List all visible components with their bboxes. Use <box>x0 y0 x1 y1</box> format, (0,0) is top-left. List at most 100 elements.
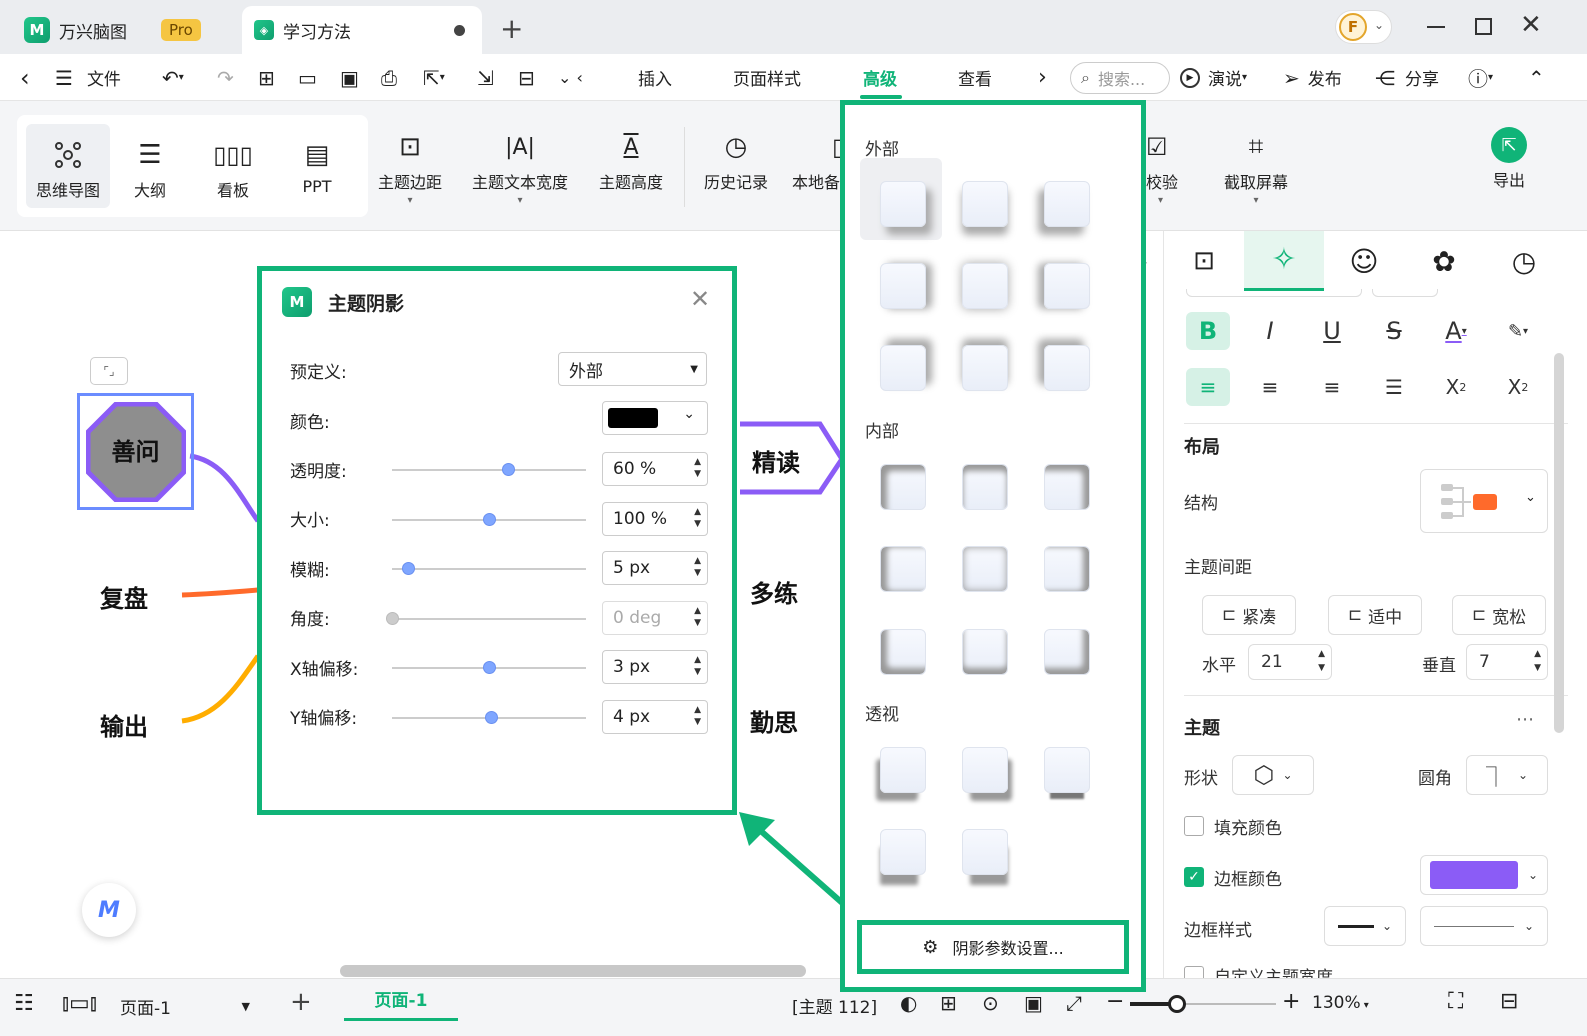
spin-arrows-icon[interactable]: ▲ ▼ <box>1318 647 1325 675</box>
center-node-selection[interactable]: 善问 <box>77 393 194 510</box>
share-button[interactable]: ⋲ 分享 <box>1375 54 1439 101</box>
collapse-node-icon[interactable]: ⌜⌟ <box>90 357 128 385</box>
bold-button[interactable]: B <box>1186 312 1230 350</box>
export-button[interactable]: ⇱ 导出 <box>1478 123 1540 191</box>
shadow-preset-outer-9[interactable] <box>1044 345 1090 391</box>
tab-view[interactable]: 查看 <box>958 54 992 101</box>
zoom-slider-knob[interactable] <box>1168 995 1186 1013</box>
account-button[interactable]: F ⌄ <box>1335 10 1392 44</box>
shadow-preset-inner-3[interactable] <box>1044 464 1090 510</box>
panel-tab-history[interactable]: ◷ <box>1484 231 1564 291</box>
book-view-icon[interactable]: ⊞ <box>940 991 957 1015</box>
y-offset-spin-input[interactable]: 4 px ▲ ▼ <box>602 699 708 734</box>
italic-button[interactable]: I <box>1248 312 1292 350</box>
blur-spin-input[interactable]: 5 px ▲ ▼ <box>602 551 708 585</box>
shadow-preset-inner-8[interactable] <box>962 629 1008 675</box>
zoom-in-icon[interactable]: + <box>1282 989 1300 1014</box>
horizontal-spin-input[interactable]: 21 ▲ ▼ <box>1248 644 1332 680</box>
subscript-button[interactable]: X2 <box>1496 368 1540 406</box>
structure-select[interactable]: ⌄ <box>1420 469 1548 533</box>
spacing-loose-button[interactable]: ⊏ 宽松 <box>1452 595 1546 635</box>
view-ppt-button[interactable]: ▤ PPT <box>279 133 355 196</box>
preset-select[interactable]: 外部 ▼ <box>558 352 707 386</box>
page-tab[interactable]: 页面-1 <box>344 979 458 1021</box>
border-dash-select[interactable]: ⌄ <box>1420 906 1548 946</box>
view-kanban-button[interactable]: ▯▯▯ 看板 <box>195 133 271 201</box>
horizontal-scrollbar[interactable] <box>340 965 806 977</box>
more-options-icon[interactable]: ⋯ <box>1516 709 1534 730</box>
maximize-icon[interactable] <box>1475 18 1492 35</box>
view-mindmap-button[interactable]: 思维导图 <box>26 133 110 201</box>
shadow-preset-outer-7[interactable] <box>880 345 926 391</box>
shadow-preset-inner-7[interactable] <box>880 629 926 675</box>
minimize-icon[interactable] <box>1427 26 1445 28</box>
node-practice[interactable]: 多练 <box>750 574 798 609</box>
save-icon[interactable]: ▣ <box>340 54 359 101</box>
shadow-preset-outer-6[interactable] <box>1044 263 1090 309</box>
vertical-spin-input[interactable]: 7 ▲ ▼ <box>1466 644 1548 680</box>
theme-toggle-icon[interactable]: ◐ <box>900 991 917 1015</box>
zoom-slider[interactable] <box>1130 995 1276 1013</box>
print-icon[interactable]: ⎙ <box>381 54 397 101</box>
outline-toggle-icon[interactable]: ☷ <box>14 991 34 1016</box>
spacing-compact-button[interactable]: ⊏ 紧凑 <box>1202 595 1296 635</box>
app-tab[interactable]: M 万兴脑图 Pro <box>24 6 201 54</box>
play-slideshow-icon[interactable]: ⊙ <box>982 991 999 1015</box>
import-icon[interactable]: ⇲ <box>477 54 494 101</box>
opacity-spin-input[interactable]: 60 % ▲ ▼ <box>602 452 708 486</box>
history-button[interactable]: ◷ 历史记录 <box>698 125 774 193</box>
topic-margin-button[interactable]: ⊡ 主题边距 ▾ <box>372 125 448 206</box>
shadow-settings-button[interactable]: ⚙ 阴影参数设置... <box>857 920 1129 974</box>
tab-advanced[interactable]: 高级 <box>863 54 897 101</box>
help-icon[interactable]: ⓘ ▾ <box>1468 54 1493 101</box>
collapse-ribbon-icon[interactable]: ⌃ <box>1528 54 1545 101</box>
new-tab-plus-icon[interactable]: + <box>500 12 523 45</box>
border-color-checkbox[interactable]: ✓ <box>1184 867 1204 887</box>
blur-slider[interactable] <box>392 562 586 575</box>
search-box[interactable]: ⌕ 搜索... <box>1070 62 1170 94</box>
highlight-button[interactable]: ✎ ▾ <box>1496 312 1540 350</box>
font-select-edge[interactable] <box>1186 289 1362 297</box>
new-file-icon[interactable]: ⊞ <box>258 54 275 101</box>
shadow-preset-inner-4[interactable] <box>880 546 926 592</box>
undo-icon[interactable]: ↶ ▾ <box>162 54 184 101</box>
ai-assistant-icon[interactable]: M <box>82 883 136 937</box>
chevron-right-icon[interactable]: › <box>1038 54 1047 101</box>
spin-arrows-icon[interactable]: ▲ ▼ <box>694 704 701 728</box>
blur-slider-knob[interactable] <box>401 562 415 575</box>
panel-scrollbar[interactable] <box>1554 353 1564 733</box>
local-backup-button[interactable]: ▯ 本地备 <box>792 125 842 193</box>
shadow-preset-persp-4[interactable] <box>880 829 926 875</box>
font-color-button[interactable]: A ▾ <box>1434 312 1478 350</box>
node-reflect[interactable]: 勤思 <box>750 703 798 738</box>
align-left-button[interactable]: ≡ <box>1186 368 1230 406</box>
x-offset-slider[interactable] <box>392 661 586 674</box>
font-size-select-edge[interactable] <box>1372 289 1438 297</box>
dialog-close-icon[interactable]: ✕ <box>690 285 710 313</box>
unsaved-dot-icon[interactable] <box>454 25 465 36</box>
verify-button[interactable]: ☑ 校验 ▾ <box>1146 125 1186 206</box>
open-folder-icon[interactable]: ▭ <box>298 54 317 101</box>
fill-color-checkbox[interactable] <box>1184 816 1204 836</box>
color-select[interactable]: ⌄ <box>602 401 708 435</box>
back-icon[interactable]: ‹ <box>20 54 30 101</box>
align-center-button[interactable]: ≡ <box>1248 368 1292 406</box>
y-offset-slider-knob[interactable] <box>484 710 498 724</box>
panel-tab-style[interactable]: ⊡ <box>1164 231 1244 291</box>
align-right-button[interactable]: ≡ <box>1310 368 1354 406</box>
toggle-panel-icon[interactable]: ⊟ <box>1500 989 1518 1014</box>
x-offset-spin-input[interactable]: 3 px ▲ ▼ <box>602 650 708 684</box>
search-input[interactable]: 搜索... <box>1098 66 1145 90</box>
redo-icon[interactable]: ↷ <box>217 54 234 101</box>
publish-button[interactable]: ➢ 发布 <box>1283 54 1342 101</box>
superscript-button[interactable]: X2 <box>1434 368 1478 406</box>
topic-height-button[interactable]: A 主题高度 <box>592 125 670 193</box>
view-outline-button[interactable]: ☰ 大纲 <box>112 133 188 201</box>
file-menu[interactable]: ☰ 文件 <box>55 54 121 101</box>
opacity-slider-knob[interactable] <box>502 463 516 476</box>
node-review[interactable]: 复盘 <box>100 579 148 614</box>
present-button[interactable]: ▶ 演说 ▾ <box>1180 54 1247 101</box>
shadow-preset-inner-2[interactable] <box>962 464 1008 510</box>
shadow-preset-outer-3[interactable] <box>1044 181 1090 227</box>
size-slider-knob[interactable] <box>483 512 496 526</box>
